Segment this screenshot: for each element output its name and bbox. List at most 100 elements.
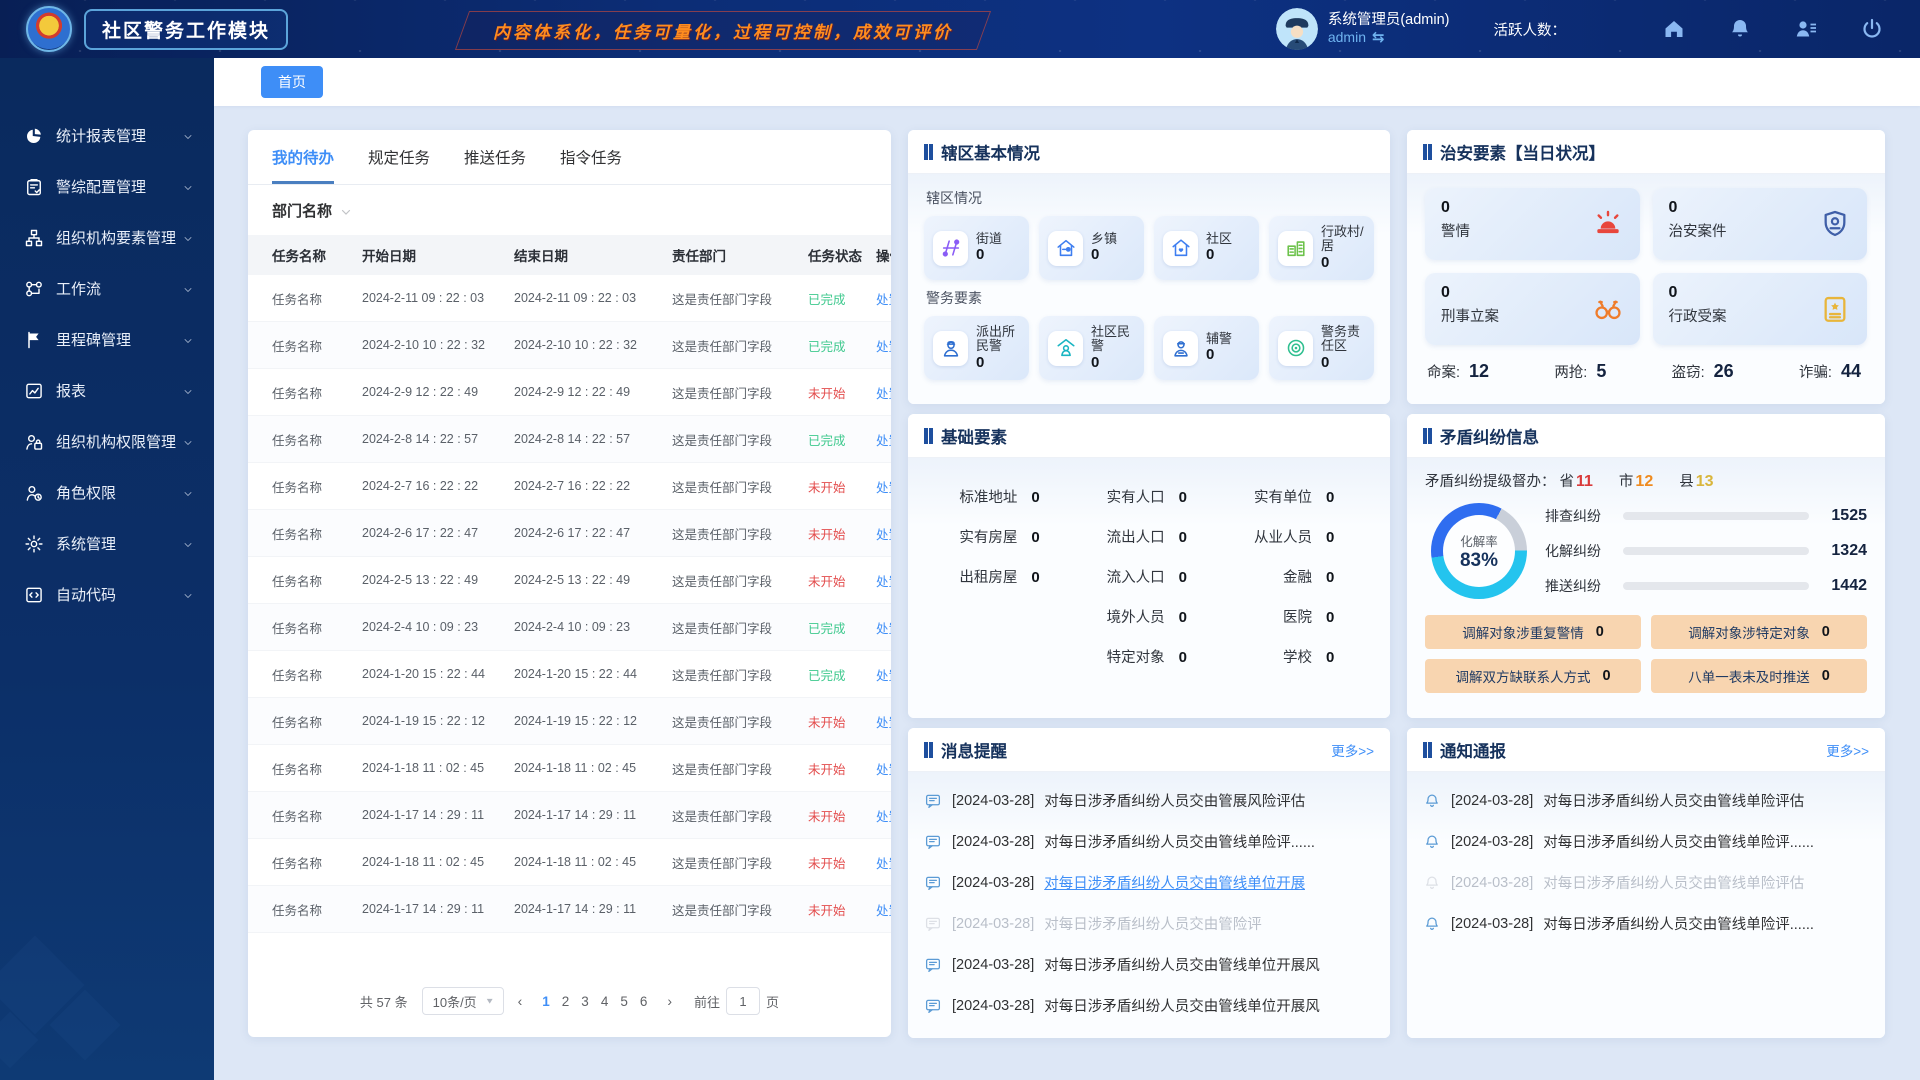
page-number-1[interactable]: 1: [536, 994, 556, 1009]
crime-stat-label: 命案:: [1427, 361, 1460, 382]
list-item[interactable]: [2024-03-28]对每日涉矛盾纠纷人员交由管险评: [924, 903, 1374, 944]
dispute-tag-button[interactable]: 调解对象涉重复警情0: [1425, 615, 1641, 649]
list-item[interactable]: [2024-03-28]对每日涉矛盾纠纷人员交由管线单位开展风: [924, 985, 1374, 1026]
sidebar-item-9[interactable]: 系统管理: [0, 518, 214, 569]
column-header: 操作: [876, 245, 891, 265]
power-icon[interactable]: [1860, 17, 1884, 41]
tab-home[interactable]: 首页: [261, 66, 323, 98]
home-icon[interactable]: [1662, 17, 1686, 41]
list-item[interactable]: [2024-03-28]对每日涉矛盾纠纷人员交由管线单位开展: [924, 862, 1374, 903]
security-panel: 治安要素【当日状况】 0警情0治安案件0刑事立案0行政受案 命案:12两抢:5盗…: [1407, 130, 1885, 404]
basic-element-value: 0: [1179, 649, 1213, 666]
sidebar-decoration: [0, 890, 200, 1080]
tab-3[interactable]: 推送任务: [464, 146, 526, 184]
security-stat-tile[interactable]: 0行政受案: [1653, 273, 1868, 345]
page-number-3[interactable]: 3: [575, 994, 595, 1009]
handle-action-link[interactable]: 处置: [876, 383, 891, 402]
sidebar-item-8[interactable]: 角色权限: [0, 467, 214, 518]
sidebar-item-label: 组织机构要素管理: [56, 227, 176, 248]
security-stat-tile[interactable]: 0治安案件: [1653, 188, 1868, 260]
page-size-select[interactable]: 10条/页 ▼: [422, 987, 504, 1015]
status-cell: 未开始: [808, 477, 870, 496]
handle-action-link[interactable]: 处置: [876, 853, 891, 872]
page-number-6[interactable]: 6: [634, 994, 654, 1009]
sidebar-item-4[interactable]: 工作流: [0, 263, 214, 314]
bell-icon[interactable]: [1728, 17, 1752, 41]
users-icon[interactable]: [1794, 17, 1818, 41]
chevron-down-icon[interactable]: [340, 205, 352, 217]
list-item[interactable]: [2024-03-28]对每日涉矛盾纠纷人员交由管线单险评......: [1423, 903, 1869, 944]
stat-tile[interactable]: 社区民警0: [1039, 316, 1144, 380]
handle-action-link[interactable]: 处置: [876, 806, 891, 825]
stat-tile[interactable]: 乡镇0: [1039, 216, 1144, 280]
messages-more-link[interactable]: 更多>>: [1331, 740, 1374, 760]
sidebar-item-5[interactable]: 里程碑管理: [0, 314, 214, 365]
stat-tile[interactable]: 辅警0: [1154, 316, 1259, 380]
notices-more-link[interactable]: 更多>>: [1826, 740, 1869, 760]
chevron-down-icon: [182, 334, 194, 346]
page-number-5[interactable]: 5: [614, 994, 634, 1009]
handle-action-link[interactable]: 处置: [876, 618, 891, 637]
sidebar-item-2[interactable]: 警综配置管理: [0, 161, 214, 212]
sidebar-item-7[interactable]: 组织机构权限管理: [0, 416, 214, 467]
handle-action-link[interactable]: 处置: [876, 900, 891, 919]
handle-action-link[interactable]: 处置: [876, 477, 891, 496]
basic-element-value: 0: [1326, 529, 1360, 546]
list-item[interactable]: [2024-03-28]对每日涉矛盾纠纷人员交由管展风险评估: [924, 780, 1374, 821]
goto-page-input[interactable]: [726, 987, 760, 1015]
stat-tile[interactable]: 警务责任区0: [1269, 316, 1374, 380]
basic-element-item: 特定对象 0: [1065, 646, 1212, 667]
sidebar-item-label: 系统管理: [56, 533, 116, 554]
task-name-cell: 任务名称: [272, 618, 356, 637]
tab-2[interactable]: 规定任务: [368, 146, 430, 184]
department-cell: 这是责任部门字段: [672, 477, 802, 496]
pie-icon: [24, 126, 44, 146]
next-page-button[interactable]: ›: [663, 993, 676, 1009]
dispute-tag-value: 0: [1602, 668, 1610, 684]
security-stat-tile[interactable]: 0刑事立案: [1425, 273, 1640, 345]
basic-element-label: 特定对象: [1107, 646, 1165, 667]
department-cell: 这是责任部门字段: [672, 289, 802, 308]
prev-page-button[interactable]: ‹: [514, 993, 527, 1009]
page-number-2[interactable]: 2: [556, 994, 576, 1009]
sidebar-item-1[interactable]: 统计报表管理: [0, 110, 214, 161]
user-avatar[interactable]: [1276, 8, 1318, 50]
handle-action-link[interactable]: 处置: [876, 289, 891, 308]
handle-action-link[interactable]: 处置: [876, 524, 891, 543]
security-stat-tile[interactable]: 0警情: [1425, 188, 1640, 260]
tab-4[interactable]: 指令任务: [560, 146, 622, 184]
dispute-tag-button[interactable]: 调解对象涉特定对象0: [1651, 615, 1867, 649]
stat-tile[interactable]: 社区0: [1154, 216, 1259, 280]
table-row: 任务名称2024-2-9 12 : 22 : 492024-2-9 12 : 2…: [248, 369, 891, 416]
handle-action-link[interactable]: 处置: [876, 665, 891, 684]
list-item[interactable]: [2024-03-28]对每日涉矛盾纠纷人员交由管线单险评估: [1423, 862, 1869, 903]
chevron-down-icon: [182, 436, 194, 448]
supervise-level-value: 12: [1635, 473, 1653, 490]
bell-icon: [1423, 833, 1441, 851]
list-item[interactable]: [2024-03-28]对每日涉矛盾纠纷人员交由管线单险评......: [1423, 821, 1869, 862]
handle-action-link[interactable]: 处置: [876, 336, 891, 355]
department-filter-label[interactable]: 部门名称: [272, 200, 332, 221]
sidebar-item-6[interactable]: 报表: [0, 365, 214, 416]
tab-1[interactable]: 我的待办: [272, 146, 334, 184]
sidebar-item-10[interactable]: 自动代码: [0, 569, 214, 620]
username-text[interactable]: admin: [1328, 29, 1366, 47]
list-item[interactable]: [2024-03-28]对每日涉矛盾纠纷人员交由管线单险评估: [1423, 780, 1869, 821]
stat-tile[interactable]: 派出所民警0: [924, 316, 1029, 380]
sidebar-item-3[interactable]: 组织机构要素管理: [0, 212, 214, 263]
end-date-cell: 2024-1-17 14 : 29 : 11: [514, 808, 666, 822]
siren-icon: [1592, 208, 1624, 240]
stat-tile[interactable]: 行政村/居0: [1269, 216, 1374, 280]
stat-tile[interactable]: 街道0: [924, 216, 1029, 280]
shield-icon: [1819, 208, 1851, 240]
handle-action-link[interactable]: 处置: [876, 430, 891, 449]
dispute-tag-button[interactable]: 调解双方缺联系人方式0: [1425, 659, 1641, 693]
list-item[interactable]: [2024-03-28]对每日涉矛盾纠纷人员交由管线单险评......: [924, 821, 1374, 862]
handle-action-link[interactable]: 处置: [876, 571, 891, 590]
list-item[interactable]: [2024-03-28]对每日涉矛盾纠纷人员交由管线单位开展风: [924, 944, 1374, 985]
handle-action-link[interactable]: 处置: [876, 759, 891, 778]
handle-action-link[interactable]: 处置: [876, 712, 891, 731]
page-number-4[interactable]: 4: [595, 994, 615, 1009]
switch-user-icon[interactable]: ⇆: [1372, 29, 1385, 48]
dispute-tag-button[interactable]: 八单一表未及时推送0: [1651, 659, 1867, 693]
